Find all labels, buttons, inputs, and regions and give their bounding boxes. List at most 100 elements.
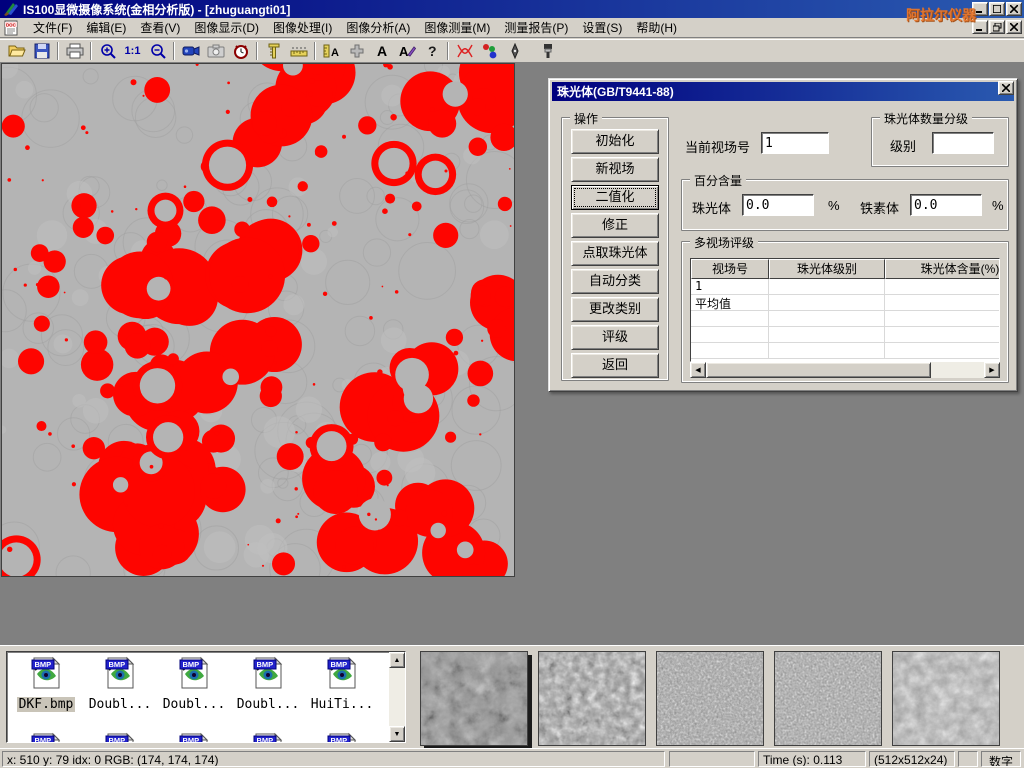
- measure-label-button[interactable]: A: [319, 41, 344, 62]
- multifield-group-label: 多视场评级: [690, 234, 758, 251]
- scroll-right-button[interactable]: ▶: [984, 362, 1000, 378]
- file-item[interactable]: BMP Doubl...: [157, 656, 231, 713]
- file-item[interactable]: BMPDoubl...: [83, 656, 157, 713]
- svg-text:BMP: BMP: [331, 660, 348, 669]
- status-image-size: (512x512x24): [869, 751, 955, 767]
- thumbnail-5[interactable]: [892, 651, 1000, 746]
- auto-classify-button[interactable]: 自动分类: [571, 269, 659, 294]
- pearlite-dialog: 珠光体(GB/T9441-88) 操作 初始化 新视场 二值化 修正 点取珠光体…: [548, 78, 1018, 392]
- pearlite-input[interactable]: [742, 194, 814, 216]
- menu-image-display[interactable]: 图像显示(D): [187, 17, 266, 38]
- mdi-restore-button[interactable]: [989, 20, 1005, 34]
- scroll-down-button[interactable]: ▼: [389, 726, 405, 742]
- file-browser[interactable]: BMPDKF.bmp BMPDoubl... BMPDoubl... BMPDo…: [6, 651, 406, 743]
- help-button[interactable]: ?: [419, 41, 444, 62]
- mdi-close-button[interactable]: [1006, 20, 1022, 34]
- menu-settings[interactable]: 设置(S): [575, 17, 629, 38]
- zoom-in-button[interactable]: [95, 41, 120, 62]
- actual-size-button[interactable]: 1:1: [120, 41, 145, 62]
- file-item[interactable]: BMP: [231, 732, 305, 743]
- ferrite-input[interactable]: [910, 194, 982, 216]
- photo-capture-button[interactable]: [203, 41, 228, 62]
- mdi-minimize-button[interactable]: [972, 20, 988, 34]
- window-close-button[interactable]: [1006, 2, 1022, 16]
- table-row[interactable]: 平均值 0.0: [691, 295, 999, 311]
- menu-file[interactable]: 文件(F): [26, 17, 79, 38]
- cell-pearlite: 0.0: [885, 295, 1000, 310]
- dialog-close-button[interactable]: [998, 81, 1014, 95]
- thumbnail-3[interactable]: [656, 651, 764, 746]
- new-field-button[interactable]: 新视场: [571, 157, 659, 182]
- file-item[interactable]: BMP: [157, 732, 231, 743]
- current-field-input[interactable]: [761, 132, 829, 154]
- thumbnail-1[interactable]: [420, 651, 528, 746]
- pick-pearlite-button[interactable]: 点取珠光体: [571, 241, 659, 266]
- menu-edit[interactable]: 编辑(E): [79, 17, 133, 38]
- application-window: IS100显微摄像系统(金相分析版) - [zhuguangti01] 阿拉尔仪…: [0, 0, 1024, 768]
- cell-level: [769, 279, 885, 294]
- file-item[interactable]: BMP: [9, 732, 83, 743]
- scroll-thumb[interactable]: [706, 362, 931, 378]
- table-row[interactable]: 1 0.0: [691, 279, 999, 295]
- open-button[interactable]: [4, 41, 29, 62]
- video-capture-button[interactable]: [178, 41, 203, 62]
- timer-button[interactable]: [228, 41, 253, 62]
- file-item[interactable]: BMPDoubl...: [231, 656, 305, 713]
- thumbnail-2[interactable]: [538, 651, 646, 746]
- window-minimize-button[interactable]: [972, 2, 988, 16]
- menu-image-processing[interactable]: 图像处理(I): [266, 17, 339, 38]
- text-a-icon: A: [375, 43, 389, 59]
- window-title: IS100显微摄像系统(金相分析版) - [zhuguangti01]: [23, 1, 290, 18]
- thumbnail-4[interactable]: [774, 651, 882, 746]
- scroll-left-button[interactable]: ◀: [690, 362, 706, 378]
- scroll-up-button[interactable]: ▲: [389, 652, 405, 668]
- print-button[interactable]: [62, 41, 87, 62]
- curve-tool-button[interactable]: [452, 41, 477, 62]
- return-button[interactable]: 返回: [571, 353, 659, 378]
- menu-measure-report[interactable]: 测量报告(P): [497, 17, 575, 38]
- multifield-table[interactable]: 视场号 珠光体级别 珠光体含量(%) 铁素体含量(%) 1 0.0 平均值: [690, 258, 1000, 362]
- ferrite-label: 铁素体: [860, 198, 899, 217]
- svg-text:?: ?: [428, 43, 437, 59]
- phase-colors-button[interactable]: [477, 41, 502, 62]
- status-empty-1: [669, 751, 755, 767]
- correct-button[interactable]: 修正: [571, 213, 659, 238]
- window-maximize-button[interactable]: [989, 2, 1005, 16]
- brush-tool-button[interactable]: [535, 41, 560, 62]
- move-button[interactable]: [344, 41, 369, 62]
- init-button[interactable]: 初始化: [571, 129, 659, 154]
- text-button[interactable]: A: [369, 41, 394, 62]
- change-class-button[interactable]: 更改类别: [571, 297, 659, 322]
- file-item[interactable]: BMP: [305, 732, 379, 743]
- col-field[interactable]: 视场号: [691, 259, 769, 279]
- table-row-empty: [691, 311, 999, 327]
- binarize-button[interactable]: 二值化: [571, 185, 659, 210]
- table-horizontal-scrollbar[interactable]: ◀ ▶: [690, 362, 1000, 378]
- file-item[interactable]: BMP: [83, 732, 157, 743]
- file-name: Doubl...: [161, 697, 228, 712]
- dialog-title-bar[interactable]: 珠光体(GB/T9441-88): [552, 82, 1014, 101]
- bmp-file-icon: BMP: [177, 677, 211, 694]
- menu-help[interactable]: 帮助(H): [629, 17, 684, 38]
- zoom-out-button[interactable]: [145, 41, 170, 62]
- toolbar-separator: [173, 42, 175, 60]
- ruler-button[interactable]: [286, 41, 311, 62]
- col-level[interactable]: 珠光体级别: [769, 259, 885, 279]
- col-pearlite[interactable]: 珠光体含量(%): [885, 259, 1000, 279]
- file-browser-scrollbar[interactable]: ▲ ▼: [389, 652, 405, 742]
- level-input[interactable]: [932, 132, 994, 154]
- svg-text:BMP: BMP: [109, 660, 126, 669]
- text-edit-button[interactable]: A: [394, 41, 419, 62]
- menu-image-analysis[interactable]: 图像分析(A): [339, 17, 417, 38]
- grading-group-label: 珠光体数量分级: [880, 110, 972, 127]
- menu-view[interactable]: 查看(V): [133, 17, 187, 38]
- pen-tool-button[interactable]: [502, 41, 527, 62]
- save-icon: [34, 43, 50, 59]
- file-item[interactable]: BMPDKF.bmp: [9, 656, 83, 713]
- menu-image-measure[interactable]: 图像测量(M): [417, 17, 497, 38]
- save-button[interactable]: [29, 41, 54, 62]
- caliper-button[interactable]: [261, 41, 286, 62]
- metallograph-image[interactable]: [1, 63, 515, 577]
- file-item[interactable]: BMPHuiTi...: [305, 656, 379, 713]
- rate-button[interactable]: 评级: [571, 325, 659, 350]
